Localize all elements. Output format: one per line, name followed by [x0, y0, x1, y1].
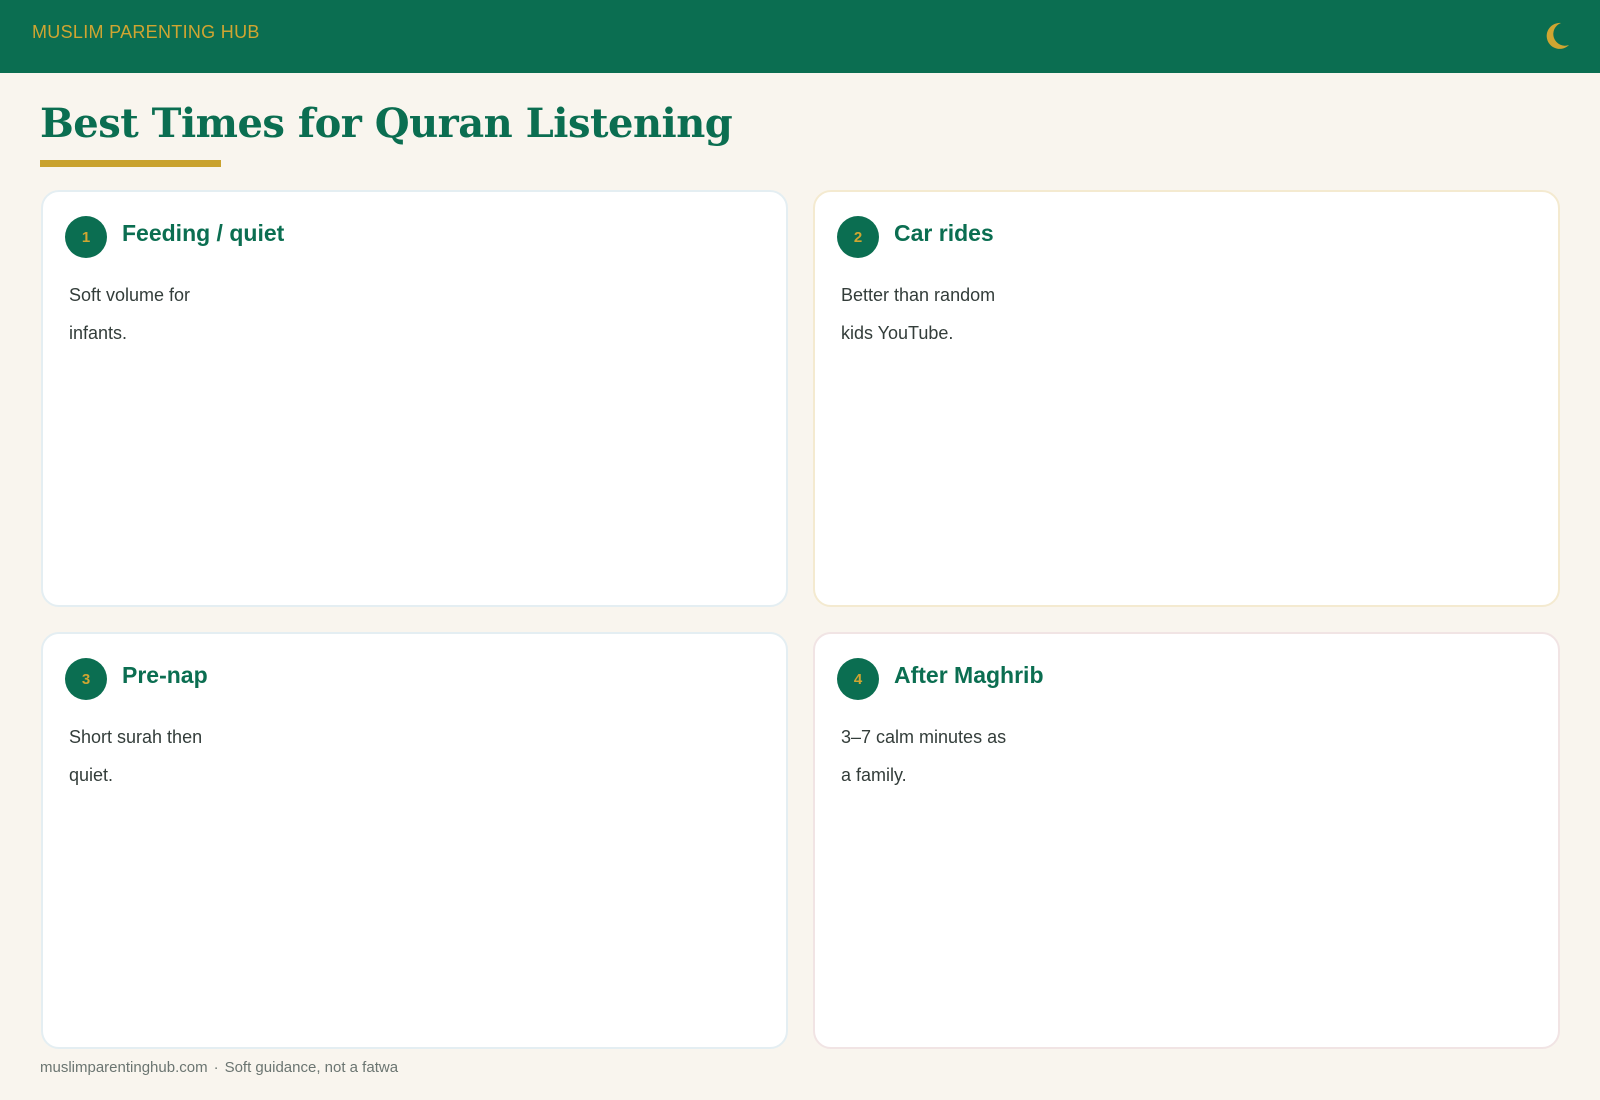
tip-card-feeding: 1 Feeding / quiet Soft volume for infant… [41, 190, 788, 607]
card-title: Pre-nap [122, 662, 208, 688]
footer-separator: · [213, 1059, 219, 1076]
card-body: Better than random kids YouTube. [841, 285, 996, 343]
card-title: Feeding / quiet [122, 220, 285, 246]
crescent-moon-icon [1546, 22, 1569, 49]
footer: muslimparentinghub.com · Soft guidance, no… [40, 1059, 398, 1076]
footer-site-link[interactable]: muslimparentinghub.com [40, 1059, 208, 1076]
card-number-badge: 1 [65, 216, 107, 258]
card-number-badge: 2 [837, 216, 879, 258]
tip-card-after-maghrib: 4 After Maghrib 3–7 calm minutes as a fa… [813, 632, 1560, 1049]
brand-name[interactable]: MUSLIM PARENTING HUB [32, 22, 260, 43]
footer-note: Soft guidance, not a fatwa [224, 1059, 399, 1076]
title-underline [40, 160, 221, 167]
card-title: Car rides [894, 220, 994, 246]
tip-card-car-rides: 2 Car rides Better than random kids YouT… [813, 190, 1560, 607]
card-body: Short surah then quiet. [69, 727, 203, 785]
page-title: Best Times for Quran Listening [40, 100, 733, 147]
card-body: Soft volume for infants. [69, 285, 191, 343]
card-body: 3–7 calm minutes as a family. [841, 727, 1007, 785]
top-bar: MUSLIM PARENTING HUB [0, 0, 1600, 73]
card-number-badge: 3 [65, 658, 107, 700]
tip-card-pre-nap: 3 Pre-nap Short surah then quiet. [41, 632, 788, 1049]
card-title: After Maghrib [894, 662, 1044, 688]
card-number-badge: 4 [837, 658, 879, 700]
